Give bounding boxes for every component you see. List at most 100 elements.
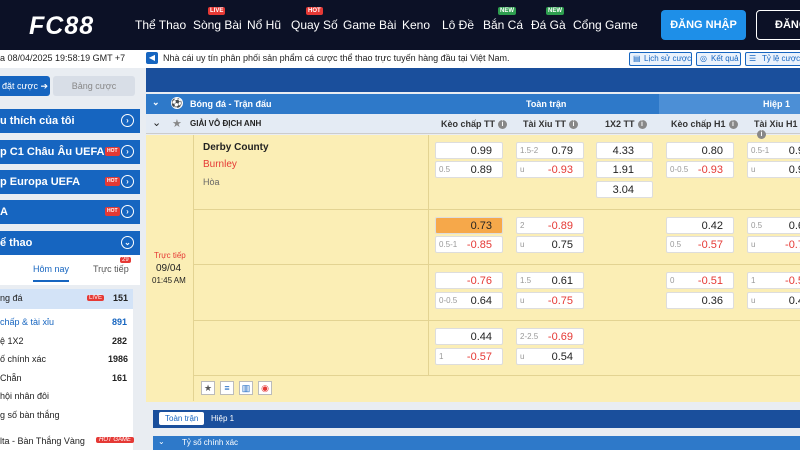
info-icon[interactable]: i (728, 120, 738, 130)
results-button[interactable]: ◎ Kết quả (696, 52, 741, 66)
nav-item[interactable]: Thể Thao (135, 18, 186, 32)
info-icon[interactable]: i (637, 120, 647, 130)
odds-cell[interactable]: 0.5 0.6 (747, 217, 800, 234)
odds-cell-1x2[interactable]: 4.33 (596, 142, 653, 159)
live-stream-icon[interactable]: ◉ (258, 381, 272, 395)
odds-cell[interactable]: u -0.93 (516, 161, 584, 178)
column-header: Tài Xỉu TT i (523, 119, 579, 130)
odds-label: Tỷ lệ cược (762, 54, 800, 63)
odds-cell[interactable]: 0.73 (435, 217, 503, 234)
odds-cell[interactable]: 0.5-1 0.9 (747, 142, 800, 159)
column-header-label: Kèo chấp H1 (671, 119, 726, 129)
tab-live[interactable]: Trực tiếp (93, 264, 129, 274)
sidebar-item-europa[interactable]: p Europa UEFA HOT › (0, 170, 140, 194)
market-item[interactable]: chấp & tài xỉu (0, 317, 54, 327)
nav-item[interactable]: Quay Số (291, 18, 338, 32)
promo-label: lta - Bàn Thắng Vàng (0, 436, 85, 446)
odds-cell[interactable]: 0 -0.51 (666, 272, 734, 289)
odds-cell[interactable]: 1.5-2 0.79 (516, 142, 584, 159)
odds-cell[interactable]: u -0.7 (747, 236, 800, 253)
nav-item[interactable]: Đá Gà (531, 18, 566, 32)
odds-cell[interactable]: 0.44 (435, 328, 503, 345)
database-icon[interactable]: ≡ (220, 381, 234, 395)
bottom-promo[interactable]: lta - Bàn Thắng Vàng HOT GAME (0, 432, 135, 450)
tab-bet-table[interactable]: Bảng cược (53, 76, 135, 96)
nav-item[interactable]: Nổ Hũ (247, 18, 281, 32)
row-divider (194, 320, 800, 321)
market-item[interactable]: ố chính xác (0, 354, 46, 364)
handicap-value: 2-2.5 (520, 332, 539, 341)
chevron-down-icon: ⌄ (158, 437, 165, 446)
odds-cell[interactable]: 0.36 (666, 292, 734, 309)
sidebar-item-label: p C1 Châu Âu UEFA (0, 146, 105, 158)
odds-cell[interactable]: u 0.54 (516, 348, 584, 365)
sidebar-item-nba[interactable]: A HOT › (0, 200, 140, 224)
market-item[interactable]: hội nhân đôi (0, 391, 49, 401)
info-icon[interactable]: i (498, 120, 508, 130)
time-col-divider (193, 135, 194, 401)
odds-cell[interactable]: 0.5 0.89 (435, 161, 503, 178)
info-icon[interactable]: i (569, 120, 579, 130)
stats-icon[interactable]: ▥ (239, 381, 253, 395)
odds-cell[interactable]: 0.5-1 -0.85 (435, 236, 503, 253)
odds-cell[interactable]: -0.76 (435, 272, 503, 289)
star-icon[interactable]: ★ (172, 117, 182, 130)
info-icon[interactable]: i (757, 130, 766, 140)
odds-cell[interactable]: 0-0.5 0.64 (435, 292, 503, 309)
odds-cell[interactable]: 0.42 (666, 217, 734, 234)
market-item[interactable]: ệ 1X2 (0, 336, 24, 346)
odds-cell[interactable]: 0.99 (435, 142, 503, 159)
odds-cell[interactable]: 0.80 (666, 142, 734, 159)
nav-item[interactable]: Sòng Bài (193, 18, 242, 32)
odds-value: -0.5 (785, 275, 800, 287)
chevron-right-icon: › (121, 114, 134, 127)
sidebar-item-sports[interactable]: ể thao ⌄ (0, 231, 140, 255)
half-header: Hiệp 1 (763, 99, 791, 109)
odds-value: 0.75 (551, 239, 573, 251)
odds-cell-1x2[interactable]: 1.91 (596, 161, 653, 178)
tab-today[interactable]: Hôm nay (33, 264, 70, 282)
market-item[interactable]: g số bàn thắng (0, 410, 60, 420)
odds-cell[interactable]: 2 -0.89 (516, 217, 584, 234)
odds-cell[interactable]: u -0.75 (516, 292, 584, 309)
tab-full-match[interactable]: Toàn trận (159, 412, 205, 425)
odds-cell[interactable]: u 0.75 (516, 236, 584, 253)
collapse-icon[interactable]: ⌄ (152, 116, 161, 129)
star-icon[interactable]: ★ (201, 381, 215, 395)
odds-cell[interactable]: 1 -0.57 (435, 348, 503, 365)
odds-cell[interactable]: 0-0.5 -0.93 (666, 161, 734, 178)
history-button[interactable]: ▤ Lịch sử cược (629, 52, 692, 66)
odds-cell[interactable]: 1.5 0.61 (516, 272, 584, 289)
sidebar-item-league-c1[interactable]: p C1 Châu Âu UEFA HOT › (0, 140, 140, 164)
login-button[interactable]: ĐĂNG NHẬP (661, 10, 746, 40)
odds-cell-1x2[interactable]: 3.04 (596, 181, 653, 198)
live-badge: LIVE (87, 295, 105, 301)
odds-cell[interactable]: 0.5 -0.57 (666, 236, 734, 253)
sport-football[interactable]: ng đá LIVE 151 (0, 289, 133, 309)
nav-item[interactable]: Bắn Cá (483, 18, 523, 32)
odds-button[interactable]: ☰ Tỷ lệ cược (745, 52, 800, 66)
table-header: ⌄ ⚽ Bóng đá - Trận đấu Toàn trận Hiệp 1 (146, 94, 800, 114)
nav-item[interactable]: Lô Đề (442, 18, 474, 32)
odds-value: 0.80 (701, 145, 723, 157)
collapse-icon[interactable]: ⌄ (152, 97, 160, 108)
odds-cell[interactable]: u 0.4 (747, 292, 800, 309)
nav-item[interactable]: Game Bài (343, 18, 396, 32)
odds-cell[interactable]: 1 -0.5 (747, 272, 800, 289)
tab-placed-bets[interactable]: đặt cược ➔ (0, 76, 50, 96)
tab-half[interactable]: Hiệp 1 (211, 414, 234, 423)
exact-score-header[interactable]: ⌄ Tỷ số chính xác (153, 436, 800, 450)
chevron-right-icon: › (121, 175, 134, 188)
sidebar-item-favorites[interactable]: u thích của tôi › (0, 109, 140, 133)
home-team[interactable]: Derby County (203, 142, 269, 153)
nav-item[interactable]: Cổng Game (573, 18, 638, 32)
nav-item[interactable]: Keno (402, 18, 430, 32)
nav-tag-badge: LIVE (208, 7, 226, 15)
odds-cell[interactable]: u 0.9 (747, 161, 800, 178)
register-button[interactable]: ĐĂNG (756, 10, 800, 40)
market-item[interactable]: Chẵn (0, 373, 22, 383)
away-team[interactable]: Burnley (203, 159, 237, 170)
logo[interactable]: FC88 (29, 12, 94, 41)
odds-value: 3.04 (612, 184, 634, 196)
odds-cell[interactable]: 2-2.5 -0.69 (516, 328, 584, 345)
